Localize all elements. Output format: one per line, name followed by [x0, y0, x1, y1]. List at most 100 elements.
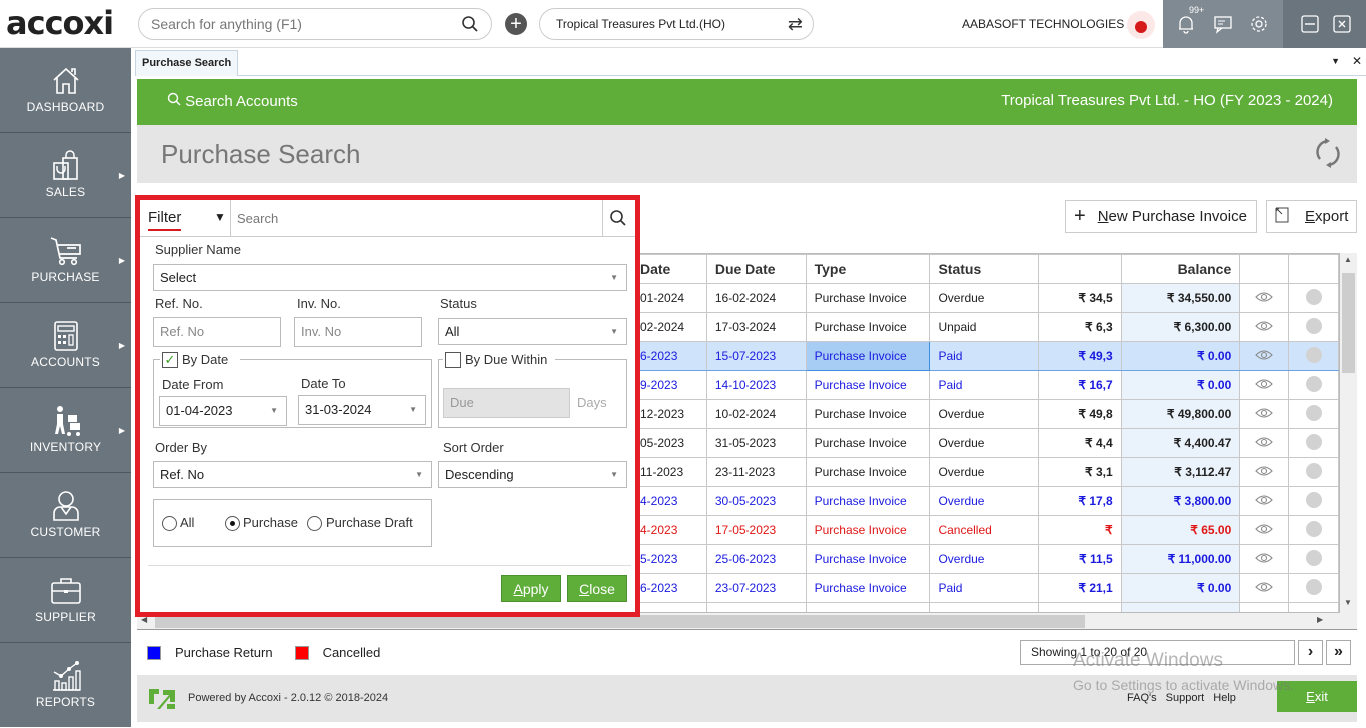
sync-icon[interactable]: ⇄ [788, 14, 803, 35]
apply-button[interactable]: Apply [501, 575, 561, 602]
row-menu-icon[interactable] [1288, 486, 1339, 516]
sidebar-item-reports[interactable]: REPORTS [0, 643, 131, 728]
inv-no-input[interactable]: Inv. No [294, 317, 422, 347]
scroll-down-icon[interactable]: ▼ [1344, 598, 1352, 607]
view-icon[interactable] [1239, 399, 1290, 429]
due-days-input[interactable]: Due [443, 388, 570, 418]
row-menu-icon[interactable] [1288, 544, 1339, 574]
home-icon [52, 67, 79, 94]
search-icon[interactable] [461, 15, 479, 36]
org-menu[interactable]: AABASOFT TECHNOLOGIES ▶ [962, 17, 1134, 31]
row-menu-icon[interactable] [1288, 573, 1339, 603]
sidebar-item-inventory[interactable]: INVENTORY ▶ [0, 388, 131, 473]
sidebar-item-dashboard[interactable]: DASHBOARD [0, 48, 131, 133]
view-icon[interactable] [1239, 457, 1290, 487]
help-link[interactable]: Help [1213, 692, 1236, 704]
view-icon[interactable] [1239, 283, 1290, 313]
filter-search-input[interactable]: Search [230, 200, 603, 237]
search-accounts-link[interactable]: Search Accounts [167, 92, 298, 110]
supplier-name-select[interactable]: Select ▼ [153, 264, 627, 291]
view-icon[interactable] [1239, 573, 1290, 603]
by-date-checkbox[interactable]: ✓ [162, 352, 178, 368]
company-selector[interactable]: Tropical Treasures Pvt Ltd.(HO) ⇄ [539, 8, 814, 40]
order-by-select[interactable]: Ref. No ▼ [153, 461, 432, 488]
scroll-right-icon[interactable]: ▶ [1317, 615, 1323, 624]
view-icon[interactable] [1239, 428, 1290, 458]
view-icon[interactable] [1239, 370, 1290, 400]
close-window-icon[interactable] [1333, 15, 1351, 38]
view-icon[interactable] [1239, 486, 1290, 516]
table-row[interactable]: 05-2023 31-05-2023 Purchase Invoice Overdue… [631, 428, 1339, 458]
search-icon[interactable] [609, 209, 627, 230]
table-row[interactable]: 9-2023 14-10-2023 Purchase Invoice Paid ₹ 16… [631, 370, 1339, 400]
close-button[interactable]: Close [567, 575, 627, 602]
cell-due-date: 25-06-2023 [705, 544, 807, 574]
sidebar-item-sales[interactable]: SALES ▶ [0, 133, 131, 218]
scroll-up-icon[interactable]: ▲ [1344, 255, 1352, 264]
row-menu-icon[interactable] [1288, 457, 1339, 487]
view-icon[interactable] [1239, 544, 1290, 574]
table-row[interactable]: 6-2023 23-07-2023 Purchase Invoice Paid ₹ 21… [631, 573, 1339, 603]
by-due-within-checkbox[interactable] [445, 352, 461, 368]
col-header-due-date[interactable]: Due Date [705, 254, 807, 284]
filter-dropdown-icon[interactable]: ▼ [214, 210, 226, 224]
next-page-button[interactable]: › [1298, 640, 1323, 665]
vertical-scroll-thumb[interactable] [1342, 273, 1355, 373]
table-row[interactable]: 01-2024 16-02-2024 Purchase Invoice Overdue… [631, 283, 1339, 313]
table-row[interactable]: 11-2023 23-11-2023 Purchase Invoice Overdue… [631, 457, 1339, 487]
col-header-date[interactable]: Date [631, 254, 707, 284]
status-select[interactable]: All ▼ [438, 318, 627, 345]
view-icon[interactable] [1239, 341, 1290, 371]
row-menu-icon[interactable] [1288, 370, 1339, 400]
col-header-balance[interactable]: Balance [1120, 254, 1241, 284]
export-button[interactable]: Export [1266, 200, 1357, 233]
table-row[interactable]: 02-2024 17-03-2024 Purchase Invoice Unpaid ₹… [631, 312, 1339, 342]
row-menu-icon[interactable] [1288, 428, 1339, 458]
tab-list-dropdown-icon[interactable]: ▼ [1331, 56, 1340, 66]
radio-purchase-draft[interactable] [307, 516, 322, 531]
global-search-input[interactable]: Search for anything (F1) [138, 8, 492, 40]
tab-purchase-search[interactable]: Purchase Search [135, 50, 239, 76]
add-icon[interactable]: + [505, 13, 527, 35]
row-menu-icon[interactable] [1288, 312, 1339, 342]
sidebar-item-purchase[interactable]: PURCHASE ▶ [0, 218, 131, 303]
close-tab-icon[interactable]: ✕ [1352, 54, 1362, 68]
refresh-icon[interactable] [1315, 137, 1341, 176]
sort-order-select[interactable]: Descending ▼ [438, 461, 627, 488]
row-menu-icon[interactable] [1288, 515, 1339, 545]
last-page-button[interactable]: » [1326, 640, 1351, 665]
radio-purchase[interactable] [225, 516, 240, 531]
row-menu-icon[interactable] [1288, 341, 1339, 371]
vertical-scrollbar[interactable]: ▲ ▼ [1340, 253, 1357, 613]
col-header-status[interactable]: Status [929, 254, 1040, 284]
date-from-picker[interactable]: 01-04-2023 ▼ [159, 396, 287, 426]
table-row[interactable]: 4-2023 17-05-2023 Purchase Invoice Cancelle… [631, 515, 1339, 545]
new-purchase-invoice-button[interactable]: + New Purchase Invoice [1065, 200, 1257, 233]
sidebar-item-accounts[interactable]: ACCOUNTS ▶ [0, 303, 131, 388]
view-icon[interactable] [1239, 515, 1290, 545]
row-menu-icon[interactable] [1288, 399, 1339, 429]
col-header-type[interactable]: Type [805, 254, 931, 284]
filter-label[interactable]: Filter [148, 209, 181, 226]
avatar[interactable] [1127, 11, 1155, 39]
col-header-total[interactable] [1038, 254, 1122, 284]
message-icon[interactable] [1213, 14, 1233, 39]
faq-link[interactable]: FAQ's [1127, 692, 1157, 704]
radio-all[interactable] [162, 516, 177, 531]
table-row[interactable] [631, 602, 1339, 612]
table-row[interactable]: 6-2023 15-07-2023 Purchase Invoice Paid ₹ 49… [631, 341, 1339, 371]
sidebar-item-supplier[interactable]: SUPPLIER [0, 558, 131, 643]
minimize-icon[interactable] [1301, 15, 1319, 38]
row-menu-icon[interactable] [1288, 283, 1339, 313]
bell-icon[interactable] [1177, 14, 1195, 39]
table-row[interactable]: 12-2023 10-02-2024 Purchase Invoice Overdue… [631, 399, 1339, 429]
date-to-picker[interactable]: 31-03-2024 ▼ [298, 395, 426, 425]
gear-icon[interactable] [1249, 14, 1269, 39]
view-icon[interactable] [1239, 312, 1290, 342]
support-link[interactable]: Support [1166, 692, 1205, 704]
sidebar-item-customer[interactable]: CUSTOMER [0, 473, 131, 558]
table-row[interactable]: 5-2023 25-06-2023 Purchase Invoice Overdue ₹… [631, 544, 1339, 574]
table-row[interactable]: 4-2023 30-05-2023 Purchase Invoice Overdue ₹… [631, 486, 1339, 516]
cell-due-date: 30-05-2023 [705, 486, 807, 516]
ref-no-input[interactable]: Ref. No [153, 317, 281, 347]
